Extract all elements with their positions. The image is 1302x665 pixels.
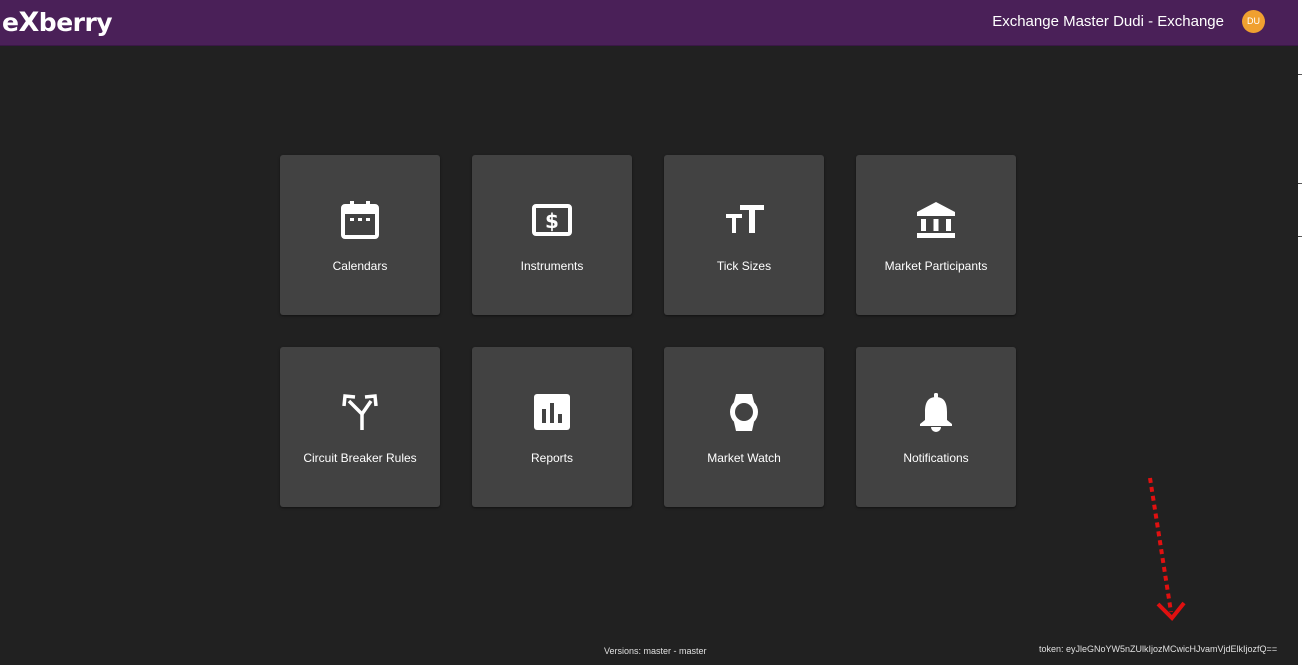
tile-market-participants[interactable]: Market Participants bbox=[856, 155, 1016, 315]
avatar[interactable]: DU bbox=[1242, 10, 1265, 33]
bar-chart-icon bbox=[532, 392, 572, 432]
edge-tick bbox=[1298, 74, 1302, 75]
svg-text:$: $ bbox=[545, 209, 559, 233]
tile-market-watch[interactable]: Market Watch bbox=[664, 347, 824, 507]
split-arrows-icon bbox=[340, 392, 380, 432]
edge-tick bbox=[1298, 236, 1302, 237]
token-text: token: eyJleGNoYW5nZUlkIjozMCwicHJvamVjd… bbox=[1039, 644, 1278, 654]
tile-notifications[interactable]: Notifications bbox=[856, 347, 1016, 507]
tile-label: Market Participants bbox=[884, 259, 988, 273]
dashboard-grid: Calendars $ Instruments Tick Sizes Marke… bbox=[280, 155, 1016, 507]
tile-reports[interactable]: Reports bbox=[472, 347, 632, 507]
tile-label: Calendars bbox=[332, 259, 388, 273]
dollar-bill-icon: $ bbox=[532, 200, 572, 240]
tile-label: Reports bbox=[530, 451, 574, 465]
window-edge bbox=[1298, 0, 1302, 665]
tile-calendars[interactable]: Calendars bbox=[280, 155, 440, 315]
tile-instruments[interactable]: $ Instruments bbox=[472, 155, 632, 315]
bank-icon bbox=[916, 200, 956, 240]
watch-icon bbox=[724, 392, 764, 432]
tile-label: Market Watch bbox=[707, 451, 781, 465]
annotation-arrow-icon bbox=[1148, 477, 1186, 621]
calendar-icon bbox=[340, 200, 380, 240]
tile-label: Instruments bbox=[520, 259, 584, 273]
edge-tick bbox=[1298, 183, 1302, 184]
tile-circuit-breaker-rules[interactable]: Circuit Breaker Rules bbox=[280, 347, 440, 507]
tile-label: Circuit Breaker Rules bbox=[303, 451, 417, 465]
text-size-icon bbox=[724, 200, 764, 240]
tile-label: Notifications bbox=[903, 451, 969, 465]
exberry-logo[interactable]: eXberry bbox=[2, 7, 113, 38]
tile-label: Tick Sizes bbox=[716, 259, 772, 273]
bell-icon bbox=[916, 392, 956, 432]
user-name: Exchange Master Dudi - Exchange bbox=[992, 13, 1224, 30]
top-app-bar: eXberry Exchange Master Dudi - Exchange … bbox=[0, 0, 1298, 46]
tile-tick-sizes[interactable]: Tick Sizes bbox=[664, 155, 824, 315]
versions-text: Versions: master - master bbox=[604, 646, 707, 656]
